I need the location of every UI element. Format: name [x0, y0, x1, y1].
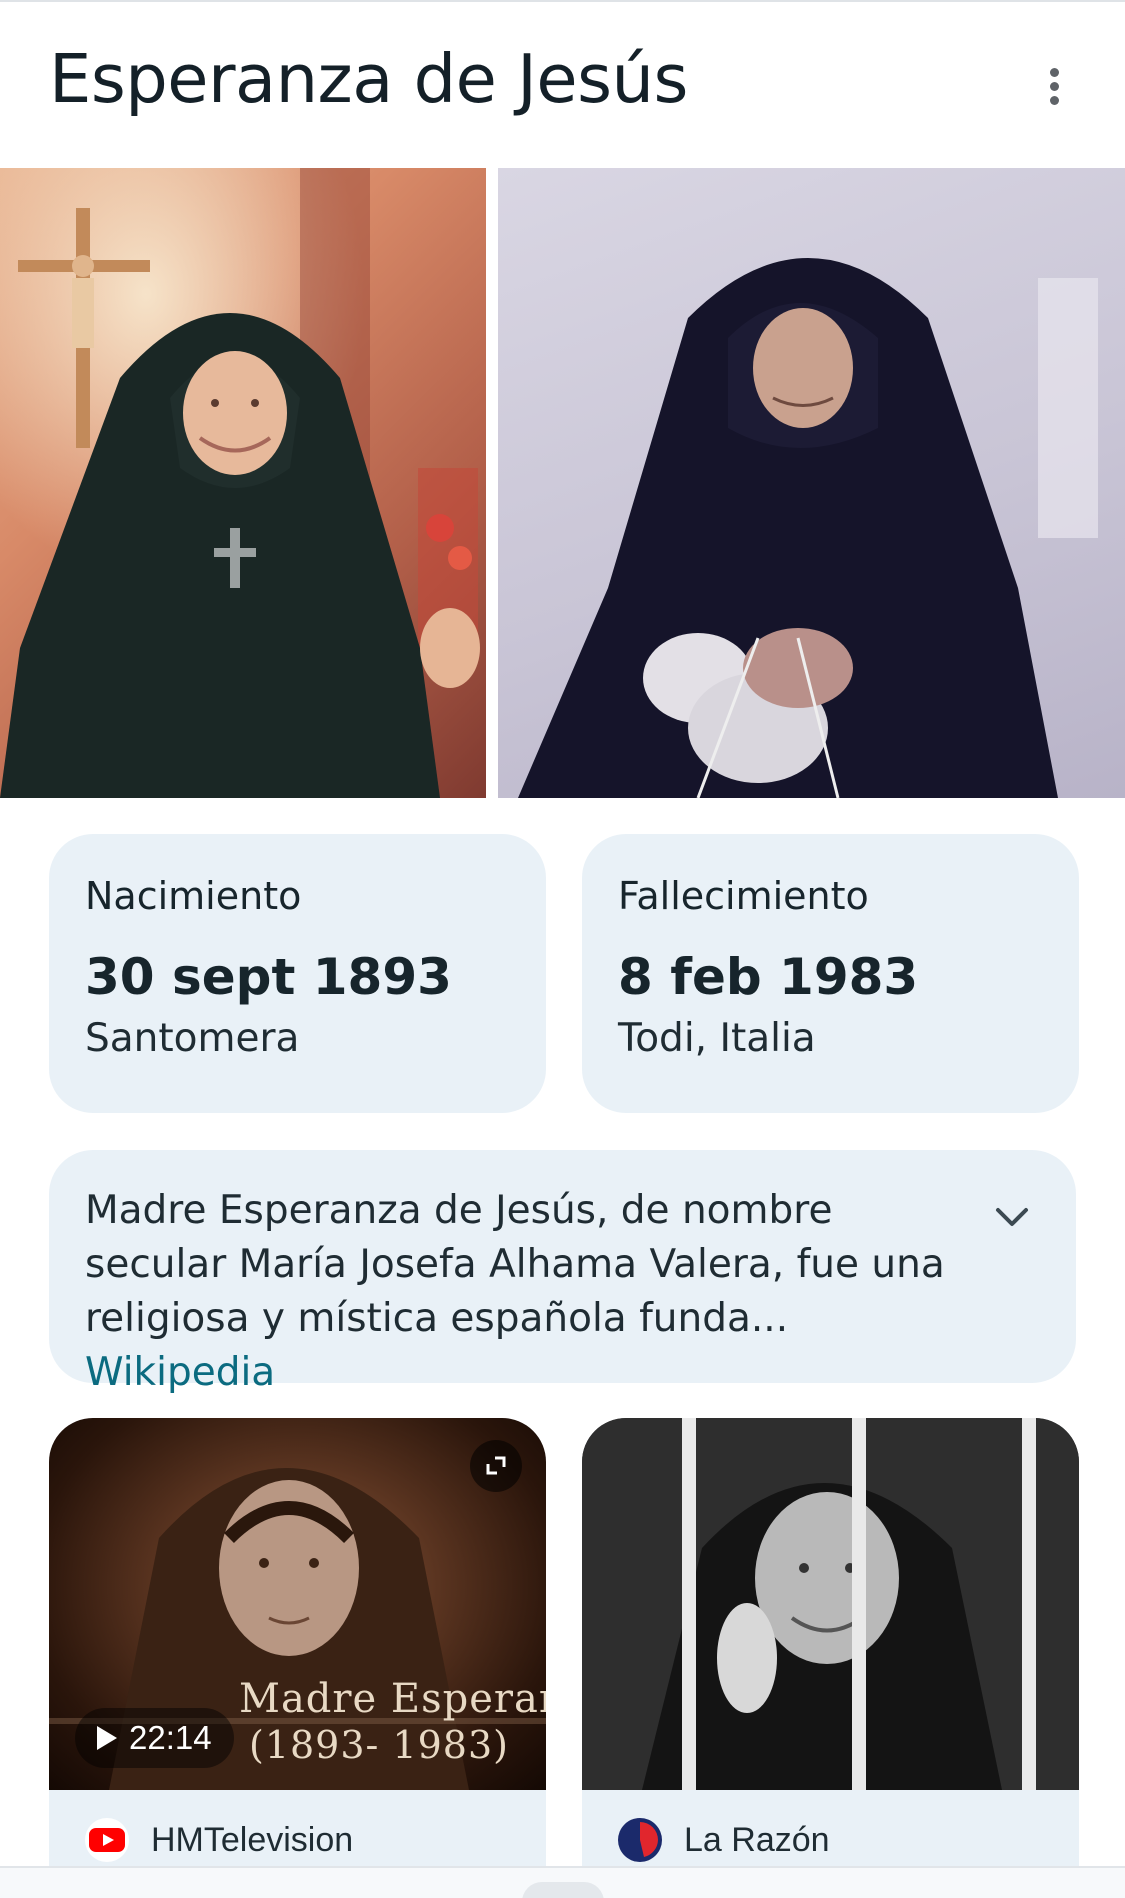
- knitting-photo-image[interactable]: [498, 168, 1125, 798]
- portrait-painting-illustration: [0, 168, 486, 798]
- description-body: Madre Esperanza de Jesús, de nombre secu…: [85, 1188, 945, 1341]
- birth-place: Santomera: [85, 1016, 300, 1061]
- knowledge-panel: Esperanza de Jesús Nacimiento 30 sept 18…: [0, 0, 1125, 1898]
- image-result-card[interactable]: La Razón: [582, 1418, 1079, 1898]
- more-vert-icon: [1050, 68, 1059, 77]
- fullscreen-icon: [486, 1456, 506, 1475]
- fullscreen-button[interactable]: [470, 1440, 522, 1492]
- video-overlay-years: (1893- 1983): [249, 1723, 509, 1767]
- description-ellipsis: ...: [750, 1296, 789, 1341]
- video-duration: 22:14: [129, 1719, 212, 1756]
- page-title: Esperanza de Jesús: [49, 40, 688, 118]
- video-thumbnail[interactable]: Madre Esperanz (1893- 1983) 22:14: [49, 1418, 546, 1790]
- video-overlay-title: Madre Esperanz: [239, 1676, 546, 1722]
- birth-label: Nacimiento: [85, 874, 302, 918]
- video-result-card[interactable]: Madre Esperanz (1893- 1983) 22:14: [49, 1418, 546, 1898]
- description-text: Madre Esperanza de Jesús, de nombre secu…: [85, 1184, 966, 1400]
- birth-fact-card[interactable]: Nacimiento 30 sept 1893 Santomera: [49, 834, 546, 1113]
- death-label: Fallecimiento: [618, 874, 869, 918]
- youtube-icon: [85, 1818, 129, 1862]
- knitting-photo-illustration: [518, 258, 1098, 798]
- bottom-sheet-handle[interactable]: [522, 1882, 604, 1898]
- wikipedia-link[interactable]: Wikipedia: [85, 1350, 275, 1395]
- image-thumbnail-illustration: [582, 1418, 1079, 1790]
- play-icon: [97, 1726, 117, 1750]
- death-date: 8 feb 1983: [618, 948, 919, 1006]
- image-thumbnail[interactable]: [582, 1418, 1079, 1790]
- description-card[interactable]: Madre Esperanza de Jesús, de nombre secu…: [49, 1150, 1076, 1395]
- portrait-painting-image[interactable]: [0, 168, 486, 798]
- chevron-down-icon[interactable]: [992, 1202, 1032, 1232]
- video-duration-badge: 22:14: [75, 1708, 234, 1768]
- image-source-name: La Razón: [684, 1820, 830, 1859]
- more-options-button[interactable]: [1030, 58, 1080, 118]
- death-place: Todi, Italia: [618, 1016, 816, 1061]
- la-razon-logo-icon: [618, 1818, 662, 1862]
- panel-header: Esperanza de Jesús: [0, 0, 1125, 168]
- video-source-row[interactable]: HMTelevision: [85, 1818, 353, 1862]
- more-vert-icon-dot: [1050, 96, 1059, 105]
- image-source-row[interactable]: La Razón: [618, 1818, 830, 1862]
- more-vert-icon-dot: [1050, 82, 1059, 91]
- birth-date: 30 sept 1893: [85, 948, 452, 1006]
- video-source-name: HMTelevision: [151, 1820, 354, 1859]
- death-fact-card[interactable]: Fallecimiento 8 feb 1983 Todi, Italia: [582, 834, 1079, 1113]
